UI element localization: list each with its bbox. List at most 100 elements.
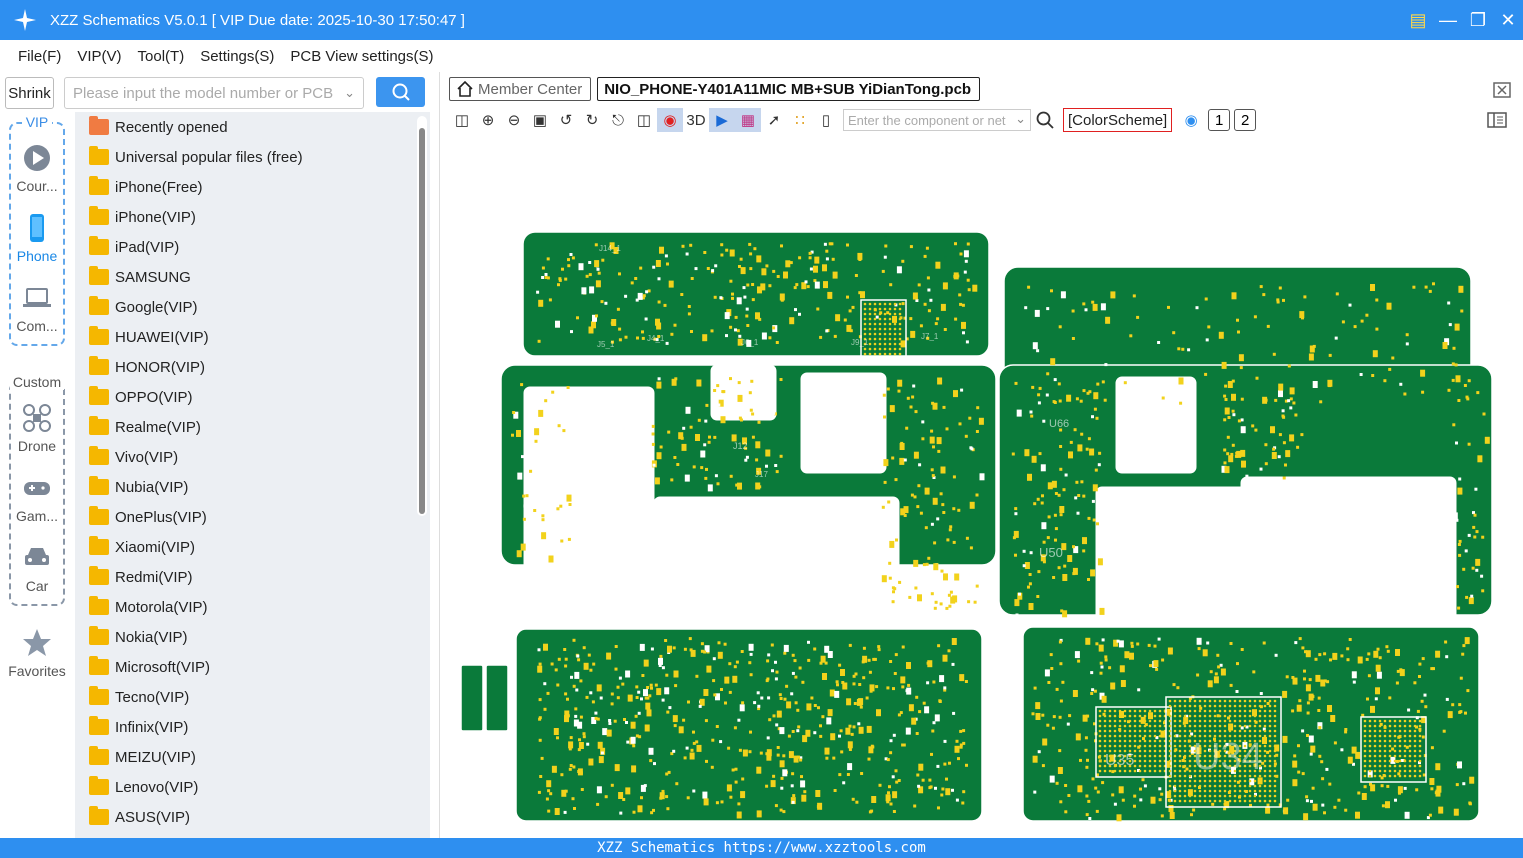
search-button[interactable]: [376, 77, 425, 107]
category-computer[interactable]: Com...: [0, 318, 74, 334]
pcb-pad: [783, 651, 787, 655]
category-phone[interactable]: Phone: [0, 248, 74, 264]
minimize-button[interactable]: —: [1433, 10, 1463, 31]
pcb-pad: [1101, 695, 1107, 703]
diode-icon[interactable]: ▶: [709, 108, 735, 132]
tree-item[interactable]: Tecno(VIP): [89, 682, 189, 712]
panel-toggle-icon[interactable]: [1487, 112, 1507, 128]
pcb-cutout: [523, 386, 655, 624]
tree-item[interactable]: Recently opened: [89, 112, 228, 142]
pcb-pad: [1091, 499, 1095, 503]
tree-item[interactable]: HUAWEI(VIP): [89, 322, 209, 352]
tree-item[interactable]: iPhone(Free): [89, 172, 203, 202]
tree-item[interactable]: Infinix(VIP): [89, 712, 188, 742]
tree-item[interactable]: OPPO(VIP): [89, 382, 193, 412]
tree-item[interactable]: Universal popular files (free): [89, 142, 303, 172]
chevron-down-icon[interactable]: ⌄: [1015, 111, 1026, 127]
rotate-left-icon[interactable]: ↺: [553, 108, 579, 132]
pcb-pad: [1386, 302, 1392, 310]
tree-item[interactable]: Redmi(VIP): [89, 562, 193, 592]
pcb-pad: [1236, 318, 1239, 322]
color-dots-icon[interactable]: ∷: [787, 108, 813, 132]
favorites[interactable]: Favorites: [0, 663, 74, 679]
pcb-ball: [1258, 709, 1262, 713]
tab-pcb-file[interactable]: NIO_PHONE-Y401A11MIC MB+SUB YiDianTong.p…: [597, 77, 981, 101]
tree-item[interactable]: ASUS(VIP): [89, 802, 190, 832]
pcb-ball: [1218, 714, 1222, 718]
page-1-button[interactable]: 1: [1208, 109, 1231, 131]
menu-tool[interactable]: Tool(T): [138, 48, 185, 65]
phone-icon[interactable]: [22, 213, 52, 243]
scroll-thumb[interactable]: [419, 128, 425, 514]
tree-item[interactable]: Google(VIP): [89, 292, 198, 322]
category-car[interactable]: Car: [0, 578, 74, 594]
net-highlight-icon[interactable]: ▦: [735, 108, 761, 132]
close-button[interactable]: ✕: [1493, 10, 1523, 31]
model-search-input[interactable]: Please input the model number or PCB ⌄: [64, 77, 364, 109]
tree-item[interactable]: Vivo(VIP): [89, 442, 178, 472]
tree-item[interactable]: SAMSUNG: [89, 262, 191, 292]
star-icon[interactable]: [22, 628, 52, 658]
shrink-button[interactable]: Shrink: [5, 77, 54, 109]
menu-vip[interactable]: VIP(V): [77, 48, 121, 65]
category-drone[interactable]: Drone: [0, 438, 74, 454]
tab-member-center[interactable]: Member Center: [449, 77, 592, 101]
tree-item[interactable]: MEIZU(VIP): [89, 742, 196, 772]
vip-bag-icon[interactable]: ▤: [1403, 10, 1433, 31]
pcb-ball: [1123, 724, 1127, 728]
tree-scrollbar[interactable]: [417, 116, 427, 516]
split-view-icon[interactable]: ◫: [449, 108, 475, 132]
paint-icon[interactable]: ⎋: [605, 108, 631, 132]
car-icon[interactable]: [22, 543, 52, 573]
pcb-drawing[interactable]: U34U35U50U66J12J14_1J5_1J4_1 J6_1 J9_1J7_1…: [441, 137, 1523, 838]
pcb-pad: [841, 681, 845, 684]
category-games[interactable]: Gam...: [0, 508, 74, 524]
component-search-input[interactable]: Enter the component or net ⌄: [843, 109, 1031, 131]
color-scheme-button[interactable]: [ColorScheme]: [1063, 108, 1173, 132]
menu-file[interactable]: File(F): [18, 48, 61, 65]
eye-icon[interactable]: ◉: [1178, 108, 1204, 132]
pcb-pad: [1481, 535, 1485, 539]
pcb-canvas[interactable]: U34 U35 U50 U66 J12 J14_1 J5_1 J4_1 J6_1 J9_1 J7_1…: [441, 137, 1523, 838]
fit-view-icon[interactable]: ▣: [527, 108, 553, 132]
close-tab-icon[interactable]: [1493, 82, 1511, 98]
pcb-pad: [748, 750, 752, 754]
pcb-pad: [905, 426, 909, 430]
tree-item[interactable]: Lenovo(VIP): [89, 772, 198, 802]
play-circle-icon[interactable]: [22, 143, 52, 173]
search-icon[interactable]: [1035, 110, 1055, 130]
tree-item[interactable]: HONOR(VIP): [89, 352, 205, 382]
tree-item[interactable]: Microsoft(VIP): [89, 652, 210, 682]
mouse-icon[interactable]: ▯: [813, 108, 839, 132]
rotate-right-icon[interactable]: ↻: [579, 108, 605, 132]
trace-icon[interactable]: ➚: [761, 108, 787, 132]
zoom-out-icon[interactable]: ⊖: [501, 108, 527, 132]
three-d-button[interactable]: 3D: [683, 108, 709, 132]
drone-icon[interactable]: [22, 403, 52, 433]
category-courses[interactable]: Cour...: [0, 178, 74, 194]
laptop-icon[interactable]: [22, 283, 52, 313]
tree-item[interactable]: Nubia(VIP): [89, 472, 188, 502]
menu-settings[interactable]: Settings(S): [200, 48, 274, 65]
mirror-icon[interactable]: ◫: [631, 108, 657, 132]
gamepad-icon[interactable]: [22, 473, 52, 503]
pcb-pad: [930, 522, 934, 526]
tree-item[interactable]: OnePlus(VIP): [89, 502, 207, 532]
tree-item[interactable]: iPad(VIP): [89, 232, 179, 262]
zoom-in-icon[interactable]: ⊕: [475, 108, 501, 132]
tree-item[interactable]: Nokia(VIP): [89, 622, 188, 652]
pcb-pad: [651, 424, 655, 428]
chevron-down-icon[interactable]: ⌄: [344, 85, 355, 101]
pcb-pad: [564, 657, 568, 661]
tree-item[interactable]: Realme(VIP): [89, 412, 201, 442]
pcb-ball: [1133, 724, 1137, 728]
pcb-pad: [894, 478, 898, 482]
menu-pcb-view-settings[interactable]: PCB View settings(S): [290, 48, 433, 65]
maximize-button[interactable]: ❐: [1463, 10, 1493, 31]
pcb-pad: [1057, 566, 1061, 570]
tree-item[interactable]: iPhone(VIP): [89, 202, 196, 232]
page-2-button[interactable]: 2: [1234, 109, 1257, 131]
tree-item[interactable]: Xiaomi(VIP): [89, 532, 195, 562]
tree-item[interactable]: Motorola(VIP): [89, 592, 208, 622]
probe-icon[interactable]: ◉: [657, 108, 683, 132]
